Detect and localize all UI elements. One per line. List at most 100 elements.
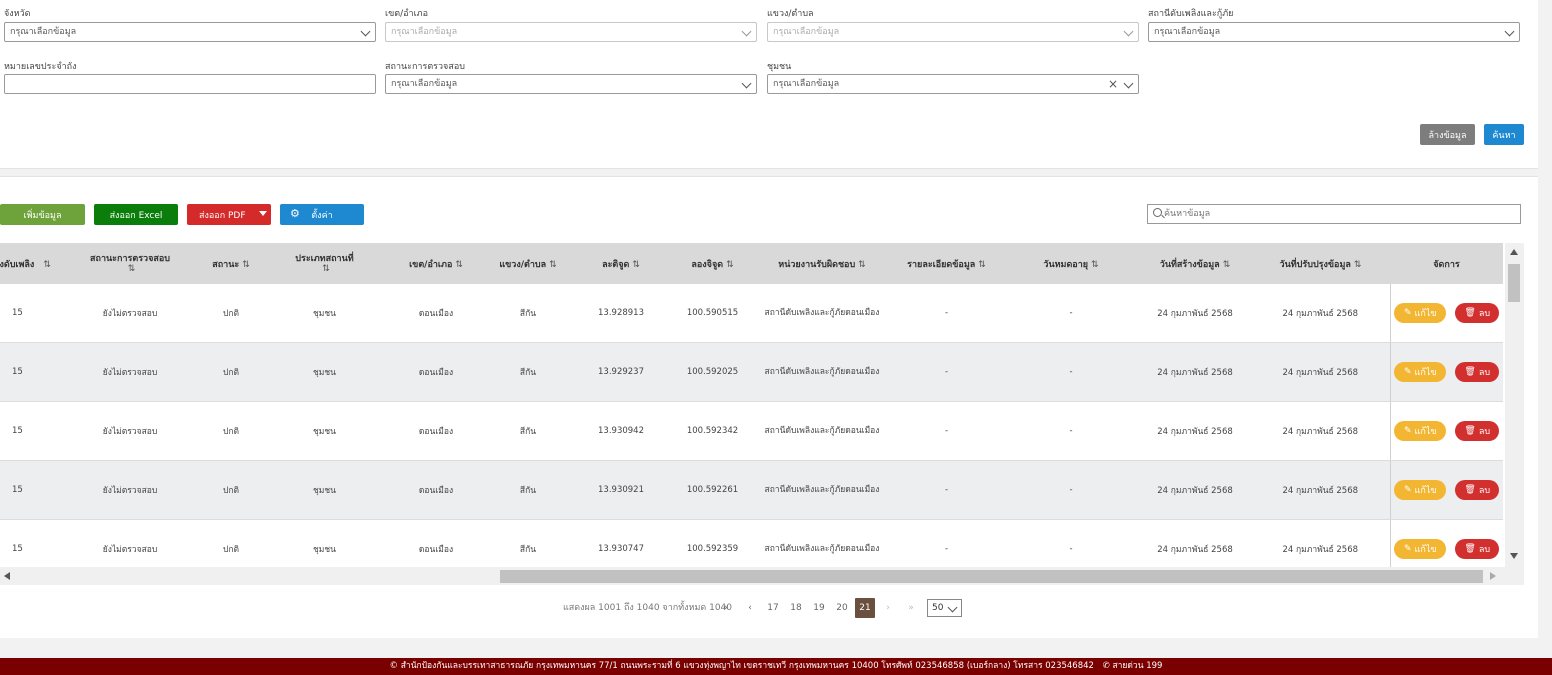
community-select[interactable]: กรุณาเลือกข้อมูล ×: [767, 74, 1139, 94]
page-20[interactable]: 20: [832, 598, 852, 618]
delete-button[interactable]: 🗑 ลบ: [1455, 539, 1500, 559]
search-button[interactable]: ค้นหา: [1484, 124, 1524, 145]
clear-selection-icon[interactable]: ×: [1108, 75, 1118, 93]
export-pdf-label: ส่งออก PDF: [199, 210, 246, 221]
scroll-down-icon[interactable]: [1510, 553, 1518, 559]
tank-number-input[interactable]: [4, 74, 376, 94]
column-header[interactable]: ละติจูด ⇅: [571, 243, 671, 284]
cell-place-type: ชุมชน: [262, 401, 387, 461]
clear-button[interactable]: ล้างข้อมูล: [1420, 124, 1475, 145]
scroll-left-icon[interactable]: [4, 572, 10, 580]
page-18[interactable]: 18: [786, 598, 806, 618]
cell-actions: ✎ แก้ไข 🗑 ลบ: [1389, 519, 1503, 567]
column-header[interactable]: ประเภทสถานที่ ⇅: [262, 243, 387, 284]
cell-tank: 15: [0, 284, 60, 343]
province-select[interactable]: กรุณาเลือกข้อมูล: [4, 22, 376, 42]
tank-number-label: หมายเลขประจำถัง: [4, 62, 77, 72]
column-header[interactable]: ถังดับเพลิง⇅: [0, 243, 60, 284]
edit-button[interactable]: ✎ แก้ไข: [1394, 362, 1447, 382]
cell-actions: ✎ แก้ไข 🗑 ลบ: [1389, 460, 1503, 520]
cell-longitude: 100.592261: [671, 460, 754, 520]
edit-button[interactable]: ✎ แก้ไข: [1394, 539, 1447, 559]
sort-icon: ⇅: [127, 263, 136, 274]
cell-inspection-status: ยังไม่ตรวจสอบ: [60, 342, 200, 402]
edit-button[interactable]: ✎ แก้ไข: [1394, 480, 1447, 500]
horizontal-scrollbar[interactable]: [0, 567, 1524, 585]
sort-icon: ⇅: [632, 259, 640, 270]
cell-place-type: ชุมชน: [262, 342, 387, 402]
data-table: ถังดับเพลิง⇅ สถานะการตรวจสอบ⇅ สถานะ⇅ ประ…: [0, 243, 1503, 567]
table-search[interactable]: [1147, 204, 1521, 224]
add-button[interactable]: เพิ่มข้อมูล: [0, 204, 85, 225]
prev-page-icon[interactable]: ‹: [742, 598, 758, 618]
column-header[interactable]: สถานะการตรวจสอบ ⇅: [60, 243, 200, 284]
page-19[interactable]: 19: [809, 598, 829, 618]
cell-inspection-status: ยังไม่ตรวจสอบ: [60, 401, 200, 461]
page-21-current[interactable]: 21: [855, 598, 875, 618]
pencil-icon: ✎: [1404, 367, 1412, 377]
sort-icon: ⇅: [455, 259, 463, 270]
first-page-icon[interactable]: «: [718, 598, 734, 618]
column-header[interactable]: หน่วยงานรับผิดชอบ ⇅: [754, 243, 890, 284]
delete-button[interactable]: 🗑 ลบ: [1455, 480, 1500, 500]
pagination: แสดงผล 1001 ถึง 1040 จากทั้งหมด 1040 « ‹…: [0, 598, 1538, 618]
cell-district: ดอนเมือง: [387, 460, 485, 520]
subdistrict-select[interactable]: กรุณาเลือกข้อมูล: [767, 22, 1139, 42]
last-page-icon[interactable]: »: [903, 598, 919, 618]
column-header[interactable]: วันที่ปรับปรุงข้อมูล ⇅: [1251, 243, 1390, 284]
column-header[interactable]: สถานะ ⇅: [200, 243, 262, 284]
column-header[interactable]: แขวง/ตำบล ⇅: [485, 243, 571, 284]
cell-longitude: 100.592342: [671, 401, 754, 461]
trash-icon: 🗑: [1464, 544, 1476, 554]
trash-icon: 🗑: [1464, 308, 1476, 318]
page-17[interactable]: 17: [763, 598, 783, 618]
province-label: จังหวัด: [4, 9, 31, 19]
pencil-icon: ✎: [1404, 426, 1412, 436]
vertical-scrollbar[interactable]: [1505, 243, 1524, 567]
delete-button[interactable]: 🗑 ลบ: [1455, 303, 1500, 323]
column-header[interactable]: วันที่สร้างข้อมูล ⇅: [1139, 243, 1251, 284]
trash-icon: 🗑: [1464, 367, 1476, 377]
edit-label: แก้ไข: [1414, 427, 1437, 437]
edit-button[interactable]: ✎ แก้ไข: [1394, 303, 1447, 323]
column-header[interactable]: รายละเอียดข้อมูล ⇅: [890, 243, 1003, 284]
scroll-up-icon[interactable]: [1510, 249, 1518, 255]
cell-expiry: -: [1003, 460, 1139, 520]
cell-longitude: 100.590515: [671, 284, 754, 343]
cell-details: -: [890, 401, 1003, 461]
export-pdf-button[interactable]: ส่งออก PDF: [187, 204, 271, 225]
cell-tank: 15: [0, 401, 60, 461]
cell-status: ปกติ: [200, 460, 262, 520]
pencil-icon: ✎: [1404, 544, 1412, 554]
column-header-actions: จัดการ: [1390, 243, 1503, 284]
column-header[interactable]: เขต/อำเภอ ⇅: [387, 243, 485, 284]
cell-inspection-status: ยังไม่ตรวจสอบ: [60, 284, 200, 343]
column-header[interactable]: วันหมดอายุ ⇅: [1003, 243, 1139, 284]
station-label: สถานีดับเพลิงและกู้ภัย: [1148, 9, 1234, 19]
settings-button[interactable]: ⚙ ตั้งค่า: [280, 204, 364, 225]
cell-created: 24 กุมภาพันธ์ 2568: [1139, 284, 1251, 343]
horizontal-scroll-thumb[interactable]: [500, 570, 1483, 583]
export-excel-button[interactable]: ส่งออก Excel: [94, 204, 178, 225]
cell-agency: สถานีดับเพลิงและกู้ภัยดอนเมือง: [754, 401, 890, 461]
station-select[interactable]: กรุณาเลือกข้อมูล: [1148, 22, 1520, 42]
delete-label: ลบ: [1478, 309, 1491, 319]
cell-longitude: 100.592025: [671, 342, 754, 402]
district-select[interactable]: กรุณาเลือกข้อมูล: [385, 22, 757, 42]
cell-subdistrict: สีกัน: [485, 342, 571, 402]
edit-button[interactable]: ✎ แก้ไข: [1394, 421, 1447, 441]
inspection-status-select[interactable]: กรุณาเลือกข้อมูล: [385, 74, 757, 94]
vertical-scroll-thumb[interactable]: [1508, 264, 1520, 302]
cell-latitude: 13.929237: [571, 342, 671, 402]
delete-button[interactable]: 🗑 ลบ: [1455, 421, 1500, 441]
subdistrict-select-value: กรุณาเลือกข้อมูล: [773, 27, 840, 37]
page-size-select[interactable]: 50: [927, 599, 962, 617]
data-panel: เพิ่มข้อมูล ส่งออก Excel ส่งออก PDF ⚙ ตั…: [0, 176, 1538, 638]
chevron-down-icon: [741, 78, 752, 89]
next-page-icon[interactable]: ›: [880, 598, 896, 618]
scroll-right-icon[interactable]: [1490, 572, 1496, 580]
district-select-value: กรุณาเลือกข้อมูล: [391, 27, 458, 37]
delete-button[interactable]: 🗑 ลบ: [1455, 362, 1500, 382]
column-header[interactable]: ลองจิจูด ⇅: [671, 243, 754, 284]
table-search-input[interactable]: [1164, 205, 1514, 223]
